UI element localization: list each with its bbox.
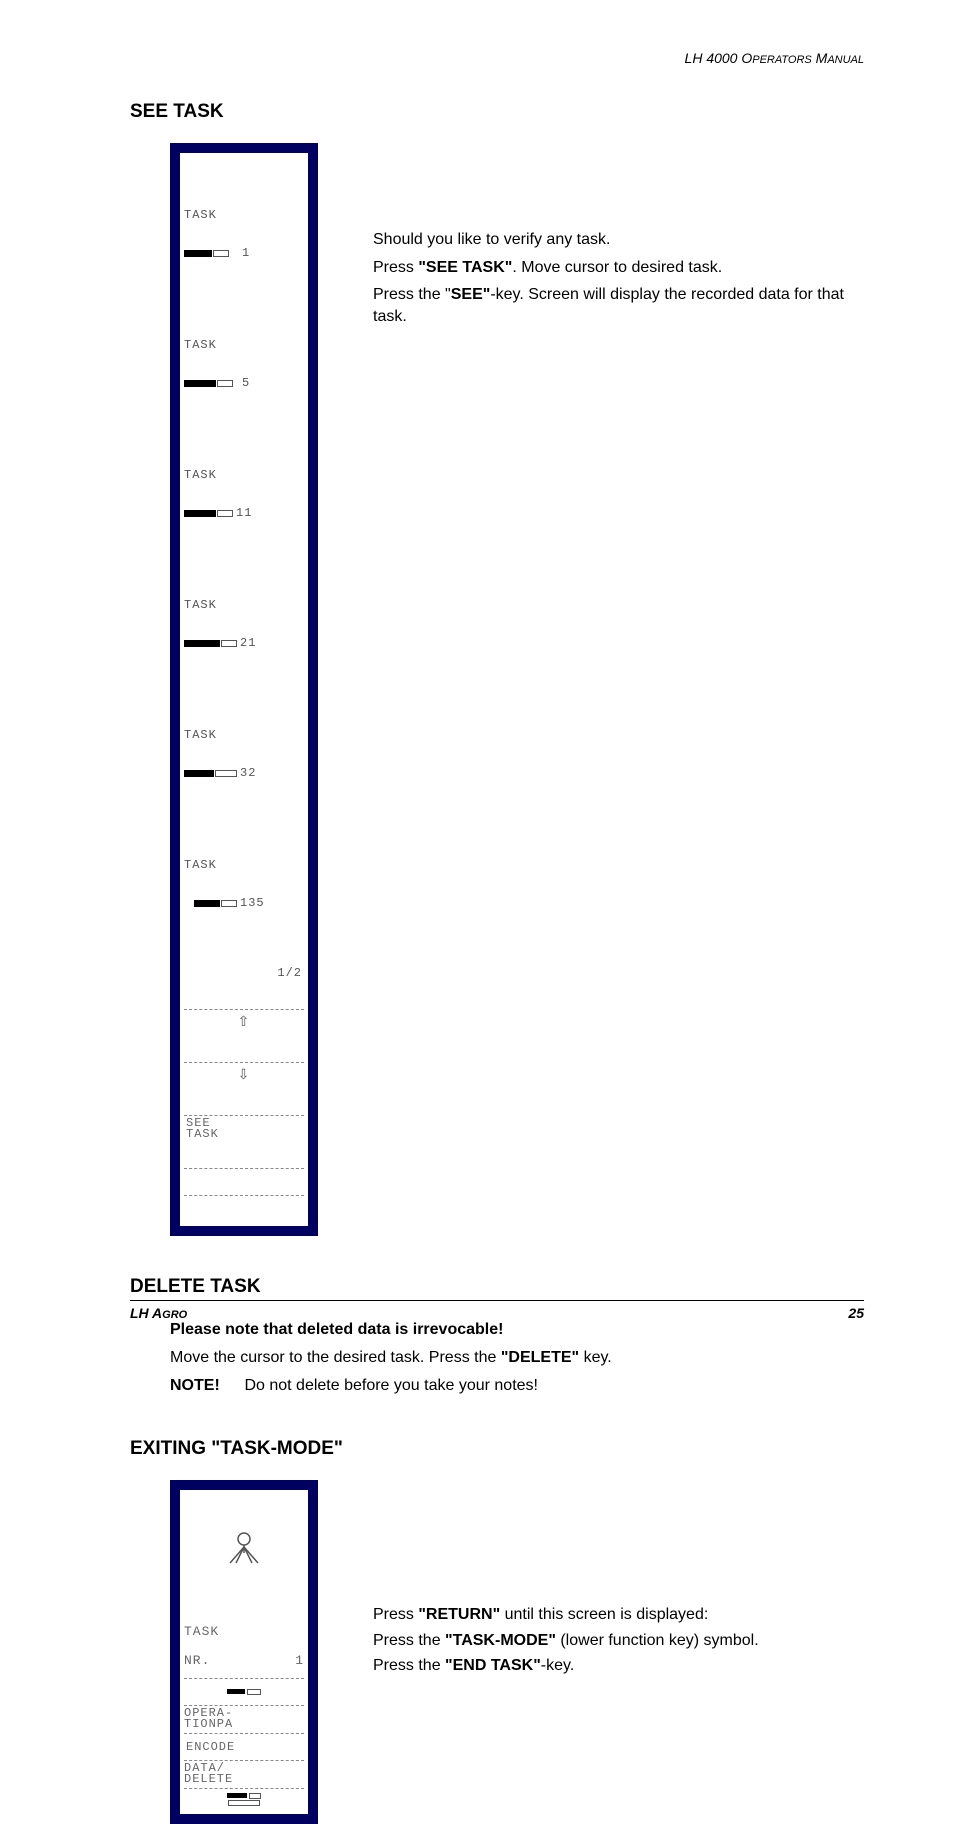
exit-nr-label: NR. xyxy=(184,1653,210,1668)
task-label: TASK xyxy=(184,599,304,611)
task-num: 11 xyxy=(236,507,252,519)
task-label: TASK xyxy=(184,859,304,871)
doc-title: LH 4000 OPERATORS MANUAL xyxy=(685,50,864,66)
delete-task-body: Please note that deleted data is irrevoc… xyxy=(170,1318,864,1398)
exit-row-opera: OPERA-TIONPA xyxy=(184,1705,304,1733)
softkey-empty xyxy=(184,1168,304,1196)
antenna-icon xyxy=(184,1514,304,1584)
exit-task-label: TASK xyxy=(184,1624,304,1639)
arrow-down-row: ⇩ xyxy=(184,1062,304,1089)
heading-exit-task: EXITING "TASK-MODE" xyxy=(130,1438,864,1460)
task-label: TASK xyxy=(184,469,304,481)
arrow-up-icon: ⇧ xyxy=(238,1016,251,1030)
heading-see-task: SEE TASK xyxy=(130,101,864,123)
task-num: 135 xyxy=(240,897,265,909)
device-screen-see-task: TASK 1 TASK 5 TASK 11 TASK 21 TASK 32 xyxy=(170,143,318,1236)
task-num: 21 xyxy=(240,637,256,649)
see-task-text: Should you like to verify any task. Pres… xyxy=(373,143,864,333)
exit-nr-value: 1 xyxy=(295,1653,304,1668)
task-num: 32 xyxy=(240,767,256,779)
task-label: TASK xyxy=(184,209,304,221)
see-task-p1: Should you like to verify any task. xyxy=(373,229,864,251)
doc-header: LH 4000 OPERATORS MANUAL xyxy=(130,50,864,66)
exit-p2: Press the "TASK-MODE" (lower function ke… xyxy=(373,1630,864,1652)
footer-left: LH AGRO xyxy=(130,1305,187,1321)
heading-delete-task: DELETE TASK xyxy=(130,1276,864,1298)
delete-line1: Move the cursor to the desired task. Pre… xyxy=(170,1346,864,1370)
see-task-p3: Press the "SEE"-key. Screen will display… xyxy=(373,284,864,327)
task-num: 5 xyxy=(242,377,250,389)
page-footer: LH AGRO 25 xyxy=(130,1300,864,1321)
softkey-see-task: SEETASK xyxy=(184,1115,304,1142)
arrow-down-icon: ⇩ xyxy=(238,1069,251,1083)
device-screen-exit: TASK NR. 1 OPERA-TIONPA ENCODE xyxy=(170,1480,318,1824)
task-label: TASK xyxy=(184,339,304,351)
exit-p1: Press "RETURN" until this screen is disp… xyxy=(373,1604,864,1626)
task-label: TASK xyxy=(184,729,304,741)
arrow-up-row: ⇧ xyxy=(184,1009,304,1036)
delete-warn: Please note that deleted data is irrevoc… xyxy=(170,1318,864,1342)
task-num: 1 xyxy=(242,247,250,259)
exit-p3: Press the "END TASK"-key. xyxy=(373,1655,864,1677)
delete-note: NOTE! Do not delete before you take your… xyxy=(170,1374,864,1398)
footer-page-num: 25 xyxy=(848,1305,864,1321)
page-indicator: 1/2 xyxy=(184,967,304,979)
exit-stack-icon-row xyxy=(184,1678,304,1705)
exit-row-data: DATA/DELETE xyxy=(184,1760,304,1788)
exit-task-text: Press "RETURN" until this screen is disp… xyxy=(373,1480,864,1681)
exit-bottom-stack xyxy=(184,1788,304,1810)
see-task-p2: Press "SEE TASK". Move cursor to desired… xyxy=(373,257,864,279)
exit-row-encode: ENCODE xyxy=(184,1733,304,1760)
